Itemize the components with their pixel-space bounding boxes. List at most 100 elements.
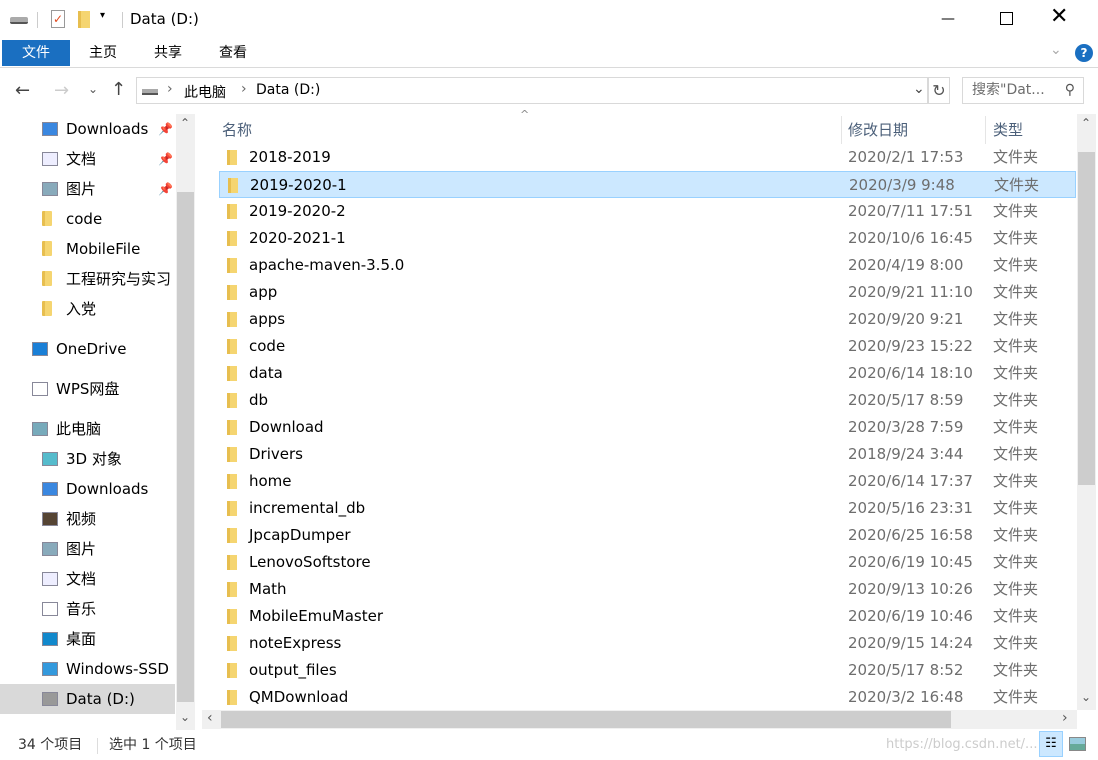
forward-button[interactable]: → [54,80,69,101]
folder-icon [42,301,52,316]
file-row[interactable]: code 2020/9/23 15:22 文件夹 [219,333,1076,360]
computer-icon [32,422,48,436]
scrollbar-thumb[interactable] [1078,152,1095,485]
file-type: 文件夹 [993,553,1039,571]
customize-toolbar-dropdown[interactable]: ▾ [100,10,105,21]
file-row[interactable]: apps 2020/9/20 9:21 文件夹 [219,306,1076,333]
scroll-up-arrow-icon[interactable]: ⌃ [1081,116,1091,130]
pictures-icon [42,542,58,556]
nav-item[interactable]: 文档 [0,564,175,594]
file-list-vertical-scrollbar[interactable]: ⌃ ⌄ [1077,114,1096,710]
file-list-horizontal-scrollbar[interactable]: ‹ › [202,710,1077,729]
file-type: 文件夹 [993,229,1039,247]
file-type: 文件夹 [993,148,1039,166]
file-row[interactable]: MobileEmuMaster 2020/6/19 10:46 文件夹 [219,603,1076,630]
nav-scrollbar[interactable]: ⌃ ⌄ [176,114,195,730]
file-row[interactable]: 2019-2020-1 2020/3/9 9:48 文件夹 [219,171,1076,198]
tab-view[interactable]: 查看 [210,40,256,66]
file-type: 文件夹 [993,472,1039,490]
up-button[interactable]: ↑ [111,79,126,100]
nav-item[interactable]: 音乐 [0,594,175,624]
properties-icon[interactable]: ✓ [51,10,65,28]
file-row[interactable]: 2019-2020-2 2020/7/11 17:51 文件夹 [219,198,1076,225]
file-name: home [249,472,292,490]
nav-item[interactable]: OneDrive [0,334,175,364]
file-row[interactable]: 2020-2021-1 2020/10/6 16:45 文件夹 [219,225,1076,252]
column-header-date[interactable]: 修改日期 [848,116,908,144]
close-button[interactable]: ✕ [1050,4,1068,29]
nav-item[interactable]: Windows-SSD ( [0,654,175,684]
expand-ribbon-chevron-icon[interactable]: ⌄ [1050,42,1062,58]
address-history-chevron-icon[interactable]: ⌄ [913,81,925,97]
document-icon [42,572,58,586]
nav-item-label: Downloads [66,120,149,138]
file-row[interactable]: Download 2020/3/28 7:59 文件夹 [219,414,1076,441]
nav-item[interactable]: Downloads [0,474,175,504]
scroll-left-arrow-icon[interactable]: ‹ [207,710,213,726]
new-folder-icon[interactable] [78,11,90,28]
recent-locations-chevron-icon[interactable]: ⌄ [88,82,98,96]
folder-icon [227,420,237,435]
download-arrow-icon [42,122,58,136]
scroll-down-arrow-icon[interactable]: ⌄ [180,710,190,724]
file-row[interactable]: Drivers 2018/9/24 3:44 文件夹 [219,441,1076,468]
scrollbar-thumb[interactable] [221,711,951,728]
nav-item[interactable]: MobileFile [0,234,175,264]
nav-item[interactable]: WPS网盘 [0,374,175,404]
folder-icon [227,447,237,462]
details-view-button[interactable]: ☷ [1039,731,1063,757]
file-row[interactable]: incremental_db 2020/5/16 23:31 文件夹 [219,495,1076,522]
column-header-type[interactable]: 类型 [993,116,1023,144]
nav-item[interactable]: Downloads 📌 [0,114,175,144]
file-type: 文件夹 [993,391,1039,409]
divider [122,12,123,28]
tab-share[interactable]: 共享 [145,40,191,66]
file-date: 2020/9/21 11:10 [848,283,973,301]
file-row[interactable]: app 2020/9/21 11:10 文件夹 [219,279,1076,306]
scroll-down-arrow-icon[interactable]: ⌄ [1081,690,1091,704]
file-row[interactable]: data 2020/6/14 18:10 文件夹 [219,360,1076,387]
file-row[interactable]: LenovoSoftstore 2020/6/19 10:45 文件夹 [219,549,1076,576]
tab-home[interactable]: 主页 [80,40,126,66]
file-row[interactable]: Math 2020/9/13 10:26 文件夹 [219,576,1076,603]
scroll-right-arrow-icon[interactable]: › [1062,710,1068,726]
file-row[interactable]: JpcapDumper 2020/6/25 16:58 文件夹 [219,522,1076,549]
file-name: 2018-2019 [249,148,331,166]
scrollbar-thumb[interactable] [177,192,194,702]
drive-icon [10,17,28,24]
breadcrumb-this-pc[interactable]: 此电脑 [184,82,226,102]
refresh-button[interactable]: ↻ [928,77,950,104]
breadcrumb-data-d[interactable]: Data (D:) [256,82,320,98]
nav-item[interactable]: 工程研究与实习 [0,264,175,294]
file-row[interactable]: noteExpress 2020/9/15 14:24 文件夹 [219,630,1076,657]
file-row[interactable]: output_files 2020/5/17 8:52 文件夹 [219,657,1076,684]
search-input[interactable]: 搜索"Dat... ⚲ [962,77,1084,104]
nav-item[interactable]: 文档 📌 [0,144,175,174]
cloud-icon [32,342,48,356]
nav-item[interactable]: 此电脑 [0,414,175,444]
maximize-button[interactable] [1000,12,1013,25]
minimize-button[interactable]: — [925,0,971,38]
nav-item[interactable]: Data (D:) [0,684,175,714]
large-icons-view-button[interactable] [1069,737,1086,751]
nav-item[interactable]: 图片 [0,534,175,564]
file-row[interactable]: home 2020/6/14 17:37 文件夹 [219,468,1076,495]
scroll-up-arrow-icon[interactable]: ⌃ [180,116,190,130]
nav-item[interactable]: code [0,204,175,234]
nav-item[interactable]: 3D 对象 [0,444,175,474]
tab-file[interactable]: 文件 [2,40,70,66]
nav-item[interactable]: 桌面 [0,624,175,654]
address-bar[interactable]: › 此电脑 › Data (D:) ⌄ [136,77,928,104]
file-row[interactable]: db 2020/5/17 8:59 文件夹 [219,387,1076,414]
file-date: 2020/5/17 8:52 [848,661,964,679]
nav-item[interactable]: 图片 📌 [0,174,175,204]
file-row[interactable]: apache-maven-3.5.0 2020/4/19 8:00 文件夹 [219,252,1076,279]
column-header-name[interactable]: 名称 [222,116,252,144]
nav-item[interactable]: 视频 [0,504,175,534]
file-row[interactable]: 2018-2019 2020/2/1 17:53 文件夹 [219,144,1076,171]
nav-item[interactable]: 入党 [0,294,175,324]
folder-icon [42,271,52,286]
file-row[interactable]: QMDownload 2020/3/2 16:48 文件夹 [219,684,1076,711]
back-button[interactable]: ← [15,80,30,101]
help-icon[interactable]: ? [1075,44,1093,62]
